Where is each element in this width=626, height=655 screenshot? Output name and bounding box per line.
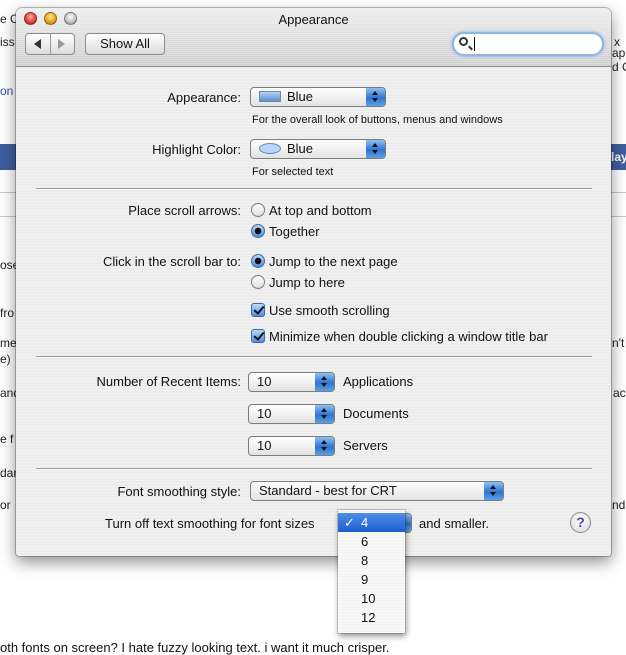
menu-item-4[interactable]: ✓ 4	[338, 513, 405, 532]
font-smoothing-style-label: Font smoothing style:	[117, 484, 241, 499]
back-forward-buttons	[25, 33, 75, 55]
title-bar[interactable]: Appearance Show All	[16, 8, 611, 67]
recent-applications-popup[interactable]: 10	[248, 372, 335, 392]
menu-item-8[interactable]: 8	[338, 551, 405, 570]
help-button[interactable]: ?	[570, 512, 591, 533]
menu-item-label: 12	[361, 610, 376, 625]
blue-swatch-icon	[259, 91, 281, 102]
background-text-fragment: d C	[612, 60, 626, 74]
background-text-fragment: iss	[0, 35, 15, 49]
click-scroll-bar-label: Click in the scroll bar to:	[103, 254, 241, 269]
background-text-fragment: e)	[0, 352, 11, 366]
forward-arrow-icon[interactable]	[58, 39, 65, 49]
appearance-hint: For the overall look of buttons, menus a…	[252, 114, 503, 126]
highlight-hint: For selected text	[252, 166, 334, 178]
radio-at-top-and-bottom[interactable]	[251, 203, 265, 217]
popup-arrows-icon	[366, 88, 385, 106]
menu-item-10[interactable]: 10	[338, 589, 405, 608]
font-smoothing-style-popup[interactable]: Standard - best for CRT	[250, 481, 504, 501]
font-size-menu: ✓ 4 6 8 9 10 12	[338, 510, 405, 633]
back-arrow-icon[interactable]	[34, 39, 41, 49]
background-text-fragment: fro	[0, 306, 15, 320]
recent-items-label: Number of Recent Items:	[96, 374, 242, 389]
search-icon	[459, 37, 468, 46]
highlight-color-value: Blue	[287, 141, 314, 156]
background-text-fragment: e f	[0, 432, 14, 446]
section-divider	[36, 356, 592, 358]
radio-jump-next-page[interactable]	[251, 254, 265, 268]
show-all-button[interactable]: Show All	[85, 33, 165, 55]
appearance-value: Blue	[287, 89, 314, 104]
recent-applications-label: Applications	[343, 374, 414, 389]
radio-together[interactable]	[251, 224, 265, 238]
highlight-color-label: Highlight Color:	[152, 142, 241, 157]
minimize-double-click-checkbox[interactable]	[251, 329, 265, 343]
recent-documents-popup[interactable]: 10	[248, 404, 335, 424]
radio-label[interactable]: Together	[269, 224, 320, 239]
checkmark-icon: ✓	[344, 515, 355, 530]
popup-value: Standard - best for CRT	[259, 483, 397, 498]
highlight-color-popup[interactable]: Blue	[250, 139, 386, 159]
radio-label[interactable]: Jump to the next page	[269, 254, 398, 269]
recent-documents-label: Documents	[343, 406, 409, 421]
light-blue-swatch-icon	[259, 143, 281, 154]
radio-jump-to-here[interactable]	[251, 275, 265, 289]
menu-item-6[interactable]: 6	[338, 532, 405, 551]
recent-servers-label: Servers	[343, 438, 388, 453]
background-bottom-text: oth fonts on screen? I hate fuzzy lookin…	[0, 640, 390, 655]
background-text-fragment: nd	[612, 498, 626, 512]
background-text-fragment: ap	[612, 46, 626, 60]
scroll-arrows-label: Place scroll arrows:	[128, 203, 241, 218]
turn-off-smoothing-label: Turn off text smoothing for font sizes	[105, 516, 315, 531]
background-link-fragment: on	[0, 84, 14, 98]
radio-label[interactable]: Jump to here	[269, 275, 345, 290]
popup-value: 10	[257, 374, 272, 389]
popup-arrows-icon	[315, 405, 334, 423]
text-cursor	[474, 37, 475, 51]
checkbox-label[interactable]: Minimize when double clicking a window t…	[269, 329, 548, 344]
and-smaller-label: and smaller.	[419, 516, 490, 531]
background-text-fragment: or	[0, 498, 11, 512]
background-text-fragment: n't	[612, 336, 625, 350]
section-divider	[36, 468, 592, 470]
popup-arrows-icon	[366, 140, 385, 158]
background-text-fragment: lay	[611, 150, 626, 164]
popup-arrows-icon	[315, 437, 334, 455]
appearance-popup[interactable]: Blue	[250, 87, 386, 107]
menu-item-label: 4	[361, 515, 369, 530]
checkbox-label[interactable]: Use smooth scrolling	[269, 303, 390, 318]
menu-item-label: 6	[361, 534, 369, 549]
popup-value: 10	[257, 406, 272, 421]
search-field[interactable]	[452, 32, 604, 56]
menu-item-9[interactable]: 9	[338, 570, 405, 589]
menu-item-label: 9	[361, 572, 369, 587]
recent-servers-popup[interactable]: 10	[248, 436, 335, 456]
radio-label[interactable]: At top and bottom	[269, 203, 372, 218]
section-divider	[36, 188, 592, 190]
appearance-label: Appearance:	[167, 90, 241, 105]
background-text-fragment: me	[0, 336, 17, 350]
window-title: Appearance	[278, 12, 349, 27]
menu-item-12[interactable]: 12	[338, 608, 405, 627]
appearance-window: Appearance Show All Appearance: Blue For…	[16, 8, 611, 556]
menu-item-label: 10	[361, 591, 376, 606]
background-text-fragment: dar	[0, 466, 18, 480]
menu-item-label: 8	[361, 553, 369, 568]
popup-arrows-icon	[484, 482, 503, 500]
popup-value: 10	[257, 438, 272, 453]
nav-separator	[50, 34, 51, 54]
popup-arrows-icon	[315, 373, 334, 391]
background-text-fragment: ac	[613, 386, 626, 400]
smooth-scrolling-checkbox[interactable]	[251, 303, 265, 317]
